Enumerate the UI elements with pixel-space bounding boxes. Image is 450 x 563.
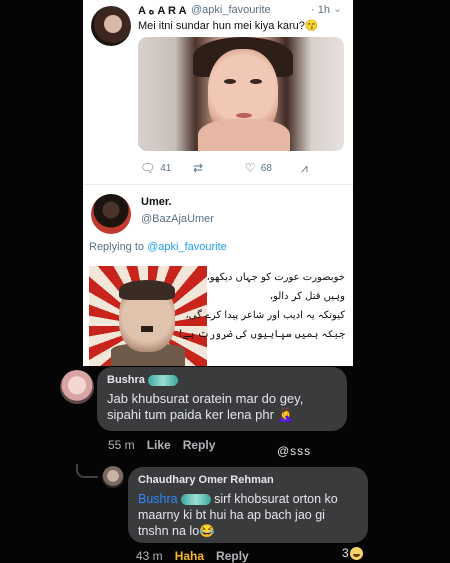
reply-author-name[interactable]: Umer. [141,196,172,208]
reply-author-handle[interactable]: @BazAjaUmer [141,213,214,225]
divider [83,184,353,185]
tweet-author-avatar[interactable] [91,6,131,46]
heart-icon: ♡ [245,161,256,175]
meme-line: جبکہ ہمیں سپاہیوں کی ضرورت ہے! [178,329,345,340]
top-fan-badge [180,494,211,506]
reply-time: 43 m [136,549,163,563]
top-fan-badge [147,374,178,386]
reply-avatar[interactable] [102,466,124,488]
reply-author-name[interactable]: Chaudhary Omer Rehman [138,474,358,486]
retweet-action[interactable]: ⇄ [193,161,203,175]
tweet-author-handle[interactable]: @apki_favourite [191,4,271,16]
photo-hands [198,119,290,151]
meme-hair [119,280,175,300]
comment-author-name[interactable]: Bushra [107,374,145,386]
replying-prefix: Replying to [89,241,145,253]
reply-mention[interactable]: Bushra [138,492,178,506]
meme-line: خوبصورت عورت کو جہاں دیکھو، [206,272,345,283]
share-icon: ⩘ [301,161,308,175]
meme-line: کیونکہ یہ ادیب اور شاعر پیدا کرے گی، [185,310,345,321]
comment-avatar[interactable] [60,370,94,404]
like-count: 68 [260,162,272,174]
meme-urdu-text: خوبصورت عورت کو جہاں دیکھو، وہیں قتل کر … [178,268,345,344]
screenshot: A ه A R A @apki_favourite · 1h ⌄ Mei itn… [0,0,450,563]
comment-bubble: Bushra Jab khubsurat oratein mar do gey,… [97,367,347,431]
tweet-time: · 1h [311,4,330,16]
comment-actions: 55 m Like Reply [108,438,215,452]
comment-text: Jab khubsurat oratein mar do gey, sipahi… [107,391,304,422]
twitter-screenshot: A ه A R A @apki_favourite · 1h ⌄ Mei itn… [83,0,353,366]
tweet-text: Mei itni sundar hun mei kiya karu?😙 [138,20,319,32]
reply-icon: 🗨 [140,161,156,175]
reply-action[interactable]: 🗨 41 [140,161,171,175]
reply-thread-line [76,464,98,478]
retweet-icon: ⇄ [193,161,204,175]
photo-eye-left [224,79,236,84]
reply-actions: 43 m Haha Reply [136,549,249,563]
tweet-photo[interactable] [138,37,344,151]
photo-lips [236,113,252,118]
meme-line: وہیں قتل کر دالو، [269,291,345,302]
reply-author-avatar[interactable] [91,194,131,234]
reply-count: 41 [160,162,172,174]
reply-button[interactable]: Reply [216,549,249,563]
reply-bubble: Chaudhary Omer Rehman Bushra sirf khobsu… [128,467,368,543]
reaction-count[interactable]: 3 [342,546,363,561]
replying-to-mention[interactable]: @apki_favourite [147,241,227,253]
share-action[interactable]: ⩘ [301,161,308,176]
overlay-tag-text: @sss [277,444,312,458]
meme-image[interactable]: خوبصورت عورت کو جہاں دیکھو، وہیں قتل کر … [89,266,347,366]
reply-button[interactable]: Reply [183,438,216,452]
meme-moustache [141,326,153,332]
reaction-count-value: 3 [342,546,349,560]
chevron-down-icon[interactable]: ⌄ [333,2,342,15]
reply-text: Bushra sirf khobsurat orton ko maarny ki… [138,491,358,539]
haha-emoji-icon [349,547,363,561]
replying-to-line: Replying to @apki_favourite [89,241,227,253]
like-button[interactable]: Like [147,438,171,452]
photo-eye-right [250,79,262,84]
haha-reaction-button[interactable]: Haha [175,549,204,563]
comment-time: 55 m [108,438,135,452]
like-action[interactable]: ♡ 68 [245,161,272,175]
tweet-author-name[interactable]: A ه A R A [138,4,187,17]
